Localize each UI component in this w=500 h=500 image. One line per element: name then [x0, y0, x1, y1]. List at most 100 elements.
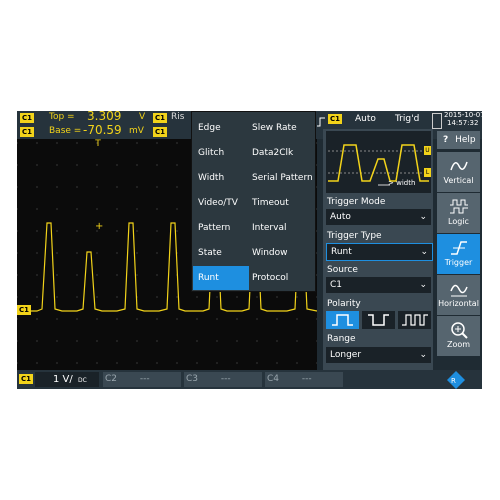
grid-dot: [256, 340, 258, 342]
grid-dot: [116, 186, 118, 188]
grid-dot: [116, 274, 118, 276]
help-icon: ?: [443, 135, 449, 145]
grid-dot: [17, 362, 18, 364]
battery-icon: [432, 113, 442, 129]
top-label: Top =: [49, 112, 75, 122]
grid-dot: [136, 340, 138, 342]
grid-dot: [216, 318, 218, 320]
menu-item-data2clk[interactable]: Data2Clk: [252, 141, 293, 165]
grid-dot: [116, 296, 118, 298]
polarity-positive-button[interactable]: [326, 311, 359, 329]
grid-dot: [196, 340, 198, 342]
grid-dot: [116, 208, 118, 210]
menu-item-width[interactable]: Width: [198, 166, 224, 190]
menu-item-protocol[interactable]: Protocol: [252, 266, 288, 290]
source-select[interactable]: C1 ⌄: [326, 277, 431, 293]
channel3-display[interactable]: C3 ---: [184, 372, 262, 387]
channel-tag-c1: C1: [20, 113, 34, 123]
menu-item-glitch[interactable]: Glitch: [198, 141, 224, 165]
grid-dot: [76, 340, 78, 342]
trigger-type-select[interactable]: Runt ⌄: [326, 243, 433, 261]
grid-dot: [56, 252, 58, 254]
grid-dot: [56, 142, 58, 144]
trigger-mode-status[interactable]: Auto: [355, 114, 376, 125]
vertical-icon: [437, 156, 480, 176]
grid-dot: [17, 142, 18, 144]
zoom-button[interactable]: Zoom: [437, 316, 480, 356]
grid-dot: [176, 318, 178, 320]
menu-item-runt[interactable]: Runt: [193, 266, 249, 290]
trigger-settings-panel: > width U L Trigger Mode Auto ⌄ Trigger …: [323, 129, 433, 370]
channel1-offset-marker[interactable]: C1: [17, 305, 31, 315]
trigger-position-marker[interactable]: T: [92, 139, 104, 151]
grid-dot: [236, 340, 238, 342]
grid-dot: [36, 230, 38, 232]
grid-dot: [17, 318, 18, 320]
runt-trigger-diagram: > width U L: [326, 131, 431, 193]
grid-dot: [156, 362, 158, 364]
channel2-display[interactable]: C2 ---: [103, 372, 181, 387]
menu-item-interval[interactable]: Interval: [252, 216, 286, 240]
grid-dot: [36, 208, 38, 210]
grid-dot: [76, 208, 78, 210]
grid-dot: [96, 296, 98, 298]
grid-dot: [256, 318, 258, 320]
top-unit: V: [139, 112, 146, 122]
grid-dot: [176, 208, 178, 210]
menu-item-edge[interactable]: Edge: [198, 116, 221, 140]
grid-dot: [276, 362, 278, 364]
help-button[interactable]: ? Help: [437, 131, 480, 149]
grid-dot: [276, 296, 278, 298]
grid-dot: [76, 142, 78, 144]
grid-dot: [156, 340, 158, 342]
polarity-label: Polarity: [327, 299, 361, 309]
base-unit: mV: [129, 126, 144, 136]
grid-dot: [156, 230, 158, 232]
top-value: 3.309: [87, 111, 122, 123]
channel-tag-c1-bottom[interactable]: C1: [19, 374, 33, 384]
polarity-either-button[interactable]: [398, 311, 431, 329]
grid-dot: [96, 208, 98, 210]
grid-dot: [316, 230, 317, 232]
logic-button[interactable]: Logic: [437, 193, 480, 233]
grid-dot: [96, 340, 98, 342]
grid-dot: [316, 164, 317, 166]
trigger-button[interactable]: Trigger: [437, 234, 480, 274]
grid-dot: [316, 274, 317, 276]
menu-item-window[interactable]: Window: [252, 241, 288, 265]
menu-item-state[interactable]: State: [198, 241, 222, 265]
menu-item-pattern[interactable]: Pattern: [198, 216, 230, 240]
grid-dot: [216, 362, 218, 364]
menu-item-video-tv[interactable]: Video/TV: [198, 191, 238, 215]
polarity-negative-button[interactable]: [362, 311, 395, 329]
menu-item-slew-rate[interactable]: Slew Rate: [252, 116, 297, 140]
grid-dot: [96, 274, 98, 276]
grid-dot: [156, 208, 158, 210]
grid-dot: [96, 318, 98, 320]
trigger-type-menu[interactable]: Edge Glitch Width Video/TV Pattern State…: [191, 111, 316, 292]
time-display: 14:57:32: [447, 119, 479, 127]
grid-dot: [17, 274, 18, 276]
grid-dot: [56, 340, 58, 342]
channel4-display[interactable]: C4 ---: [265, 372, 343, 387]
rohde-schwarz-logo[interactable]: R: [447, 371, 465, 389]
menu-item-timeout[interactable]: Timeout: [252, 191, 289, 215]
horizontal-button[interactable]: Horizontal: [437, 275, 480, 315]
grid-dot: [156, 318, 158, 320]
grid-dot: [136, 274, 138, 276]
lower-level-tag: L: [424, 168, 431, 177]
grid-dot: [36, 142, 38, 144]
menu-item-serial-pattern[interactable]: Serial Pattern: [252, 166, 313, 190]
grid-dot: [176, 362, 178, 364]
grid-dot: [316, 142, 317, 144]
channel-tag-c1-base: C1: [20, 127, 34, 137]
grid-dot: [56, 296, 58, 298]
vertical-button[interactable]: Vertical: [437, 152, 480, 192]
channel1-scale-display[interactable]: 1 V/ DC: [35, 372, 99, 387]
trigger-mode-select[interactable]: Auto ⌄: [326, 209, 431, 225]
grid-dot: [136, 230, 138, 232]
grid-dot: [36, 362, 38, 364]
grid-dot: [36, 318, 38, 320]
grid-dot: [17, 208, 18, 210]
range-select[interactable]: Longer ⌄: [326, 347, 431, 363]
